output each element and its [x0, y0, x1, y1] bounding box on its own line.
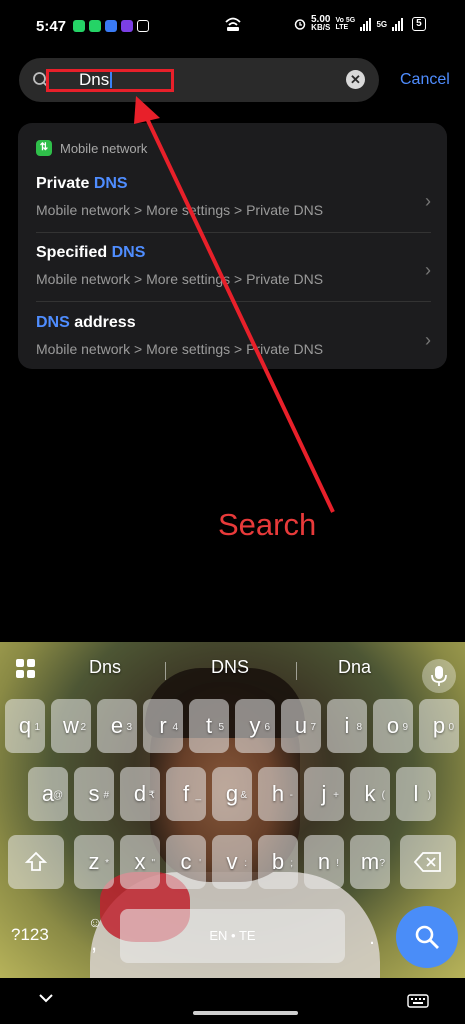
key-h[interactable]: h- [258, 767, 298, 821]
key-m[interactable]: m? [350, 835, 390, 889]
shift-key[interactable] [8, 835, 64, 889]
apps-grid-icon[interactable] [15, 658, 37, 680]
period-key[interactable]: . [357, 914, 387, 962]
key-hint: - [289, 790, 293, 801]
hide-keyboard-icon[interactable] [38, 992, 54, 1004]
key-t[interactable]: t5 [189, 699, 229, 753]
key-hint: 6 [264, 722, 270, 733]
key-e[interactable]: e3 [97, 699, 137, 753]
key-hint: 9 [402, 722, 408, 733]
key-hint: ₹ [148, 790, 155, 801]
key-hint: @ [52, 790, 63, 801]
comma-key[interactable]: ☺ , [80, 914, 110, 962]
key-hint: & [240, 790, 247, 801]
key-hint: " [151, 858, 155, 869]
key-x[interactable]: x " [120, 835, 160, 889]
key-hint: : [244, 858, 247, 869]
key-hint: ' [199, 858, 201, 869]
key-p[interactable]: p0 [419, 699, 459, 753]
key-z[interactable]: z * [74, 835, 114, 889]
key-hint: * [105, 858, 109, 869]
key-b[interactable]: b; [258, 835, 298, 889]
keyboard: Dns DNS Dna q 1 w 2 e 3 r 4 t 5 y 6 u 7 i 8 o 9 p 0 a @ s # d ₹ f _… [0, 642, 465, 978]
emoji-icon: ☺ [88, 914, 103, 930]
search-enter-key[interactable] [396, 906, 458, 968]
suggestion-row: Dns DNS Dna [0, 652, 465, 693]
key-hint: # [103, 790, 109, 801]
key-g[interactable]: g & [212, 767, 252, 821]
keyboard-switch-icon[interactable] [407, 994, 429, 1008]
key-hint: ) [427, 790, 431, 801]
shift-icon [24, 851, 48, 871]
key-hint: 5 [218, 722, 224, 733]
key-c[interactable]: c ' [166, 835, 206, 889]
key-hint: 7 [310, 722, 316, 733]
key-hint: 0 [448, 722, 454, 733]
key-r[interactable]: r4 [143, 699, 183, 753]
key-hint: 4 [172, 722, 178, 733]
space-bar[interactable]: EN • TE [120, 909, 345, 963]
key-hint: ? [379, 858, 385, 869]
key-j[interactable]: j + [304, 767, 344, 821]
backspace-key[interactable] [400, 835, 456, 889]
key-hint: 8 [356, 722, 362, 733]
key-hint: 1 [34, 722, 40, 733]
key-hint: 3 [126, 722, 132, 733]
symbols-key[interactable]: ?123 [11, 925, 49, 945]
suggestion-2[interactable]: DNS [211, 657, 249, 678]
annotation-label: Search [218, 507, 317, 542]
key-a[interactable]: a @ [28, 767, 68, 821]
key-f[interactable]: f _ [166, 767, 206, 821]
mic-icon [431, 666, 447, 686]
suggestion-3[interactable]: Dna [338, 657, 371, 678]
key-hint: ; [290, 858, 293, 869]
key-hint: + [333, 790, 339, 801]
suggestion-divider [296, 662, 297, 680]
key-y[interactable]: y6 [235, 699, 275, 753]
key-d[interactable]: d ₹ [120, 767, 160, 821]
key-u[interactable]: u7 [281, 699, 321, 753]
key-hint: ! [336, 858, 339, 869]
suggestion-divider [165, 662, 166, 680]
backspace-icon [413, 852, 441, 872]
home-gesture-bar[interactable] [193, 1011, 298, 1015]
key-hint: ( [381, 790, 385, 801]
key-w[interactable]: w2 [51, 699, 91, 753]
key-hint: _ [195, 790, 201, 801]
key-i[interactable]: i8 [327, 699, 367, 753]
key-v[interactable]: v: [212, 835, 252, 889]
key-n[interactable]: n! [304, 835, 344, 889]
key-o[interactable]: o9 [373, 699, 413, 753]
key-q[interactable]: q1 [5, 699, 45, 753]
key-k[interactable]: k( [350, 767, 390, 821]
key-s[interactable]: s # [74, 767, 114, 821]
suggestion-1[interactable]: Dns [89, 657, 121, 678]
key-hint: 2 [80, 722, 86, 733]
key-l[interactable]: l) [396, 767, 436, 821]
comma-label: , [91, 930, 98, 955]
navigation-bar [0, 978, 465, 1024]
mic-button[interactable] [422, 659, 456, 693]
search-icon [415, 925, 439, 949]
